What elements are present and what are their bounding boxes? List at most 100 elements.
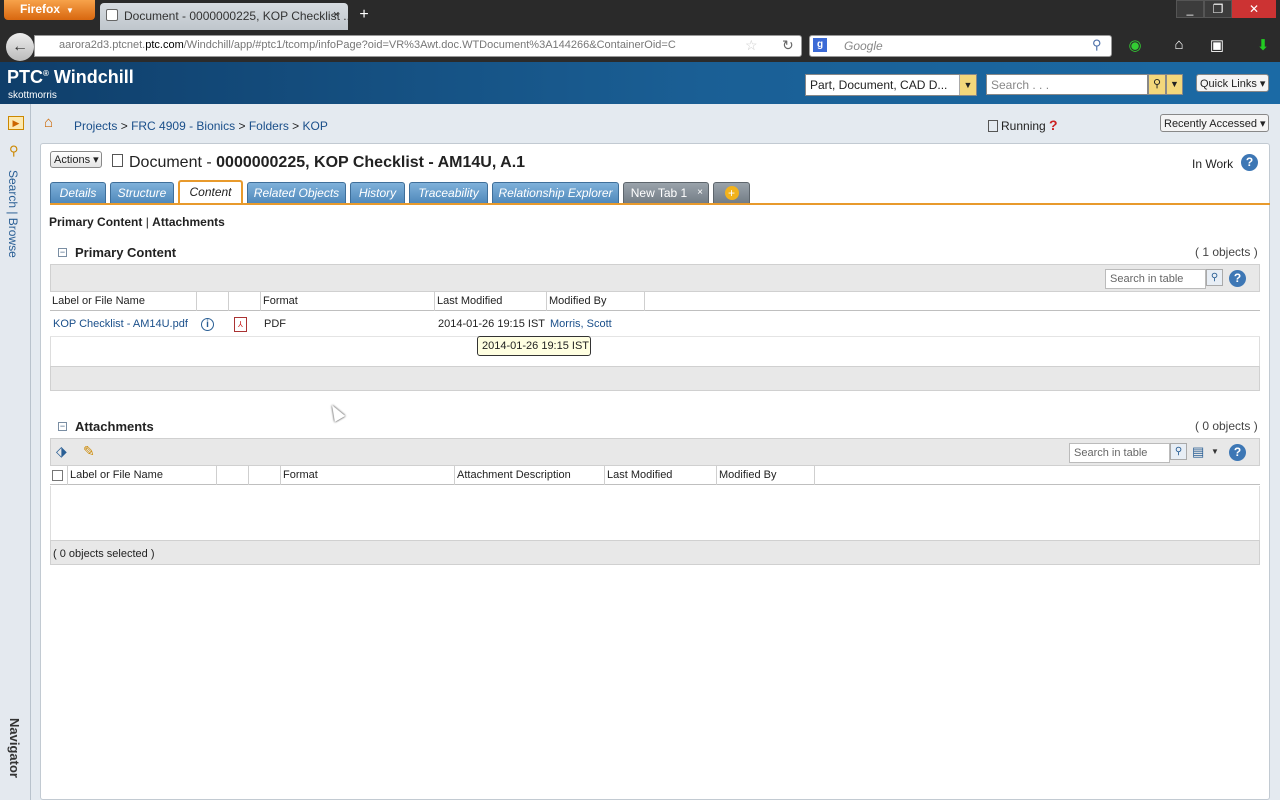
quick-links-button[interactable]: Quick Links ▾ xyxy=(1196,74,1269,92)
navigator-search-browse[interactable]: Search | Browse xyxy=(6,170,20,258)
column-header[interactable]: Format xyxy=(281,466,455,485)
tab-related-objects[interactable]: Related Objects xyxy=(247,182,346,204)
breadcrumb-folder-kop[interactable]: KOP xyxy=(303,119,328,133)
primary-content-title: Primary Content xyxy=(75,245,177,260)
tab-new-tab-1[interactable]: New Tab 1 × xyxy=(623,182,709,204)
home-icon[interactable]: ⌂ xyxy=(1168,36,1190,56)
reload-icon[interactable]: ↻ xyxy=(782,37,794,54)
table-row xyxy=(50,312,1260,337)
column-header xyxy=(229,292,261,311)
actions-menu-button[interactable]: Actions ▾ xyxy=(50,151,102,168)
addon-icon[interactable]: ◉ xyxy=(1124,36,1146,56)
column-header[interactable]: Last Modified xyxy=(605,466,717,485)
search-icon[interactable]: ⚲ xyxy=(1170,443,1187,460)
primary-content-link[interactable]: Primary Content xyxy=(49,215,142,229)
search-icon[interactable]: ⚲ xyxy=(1092,37,1102,53)
column-header[interactable]: Label or File Name xyxy=(68,466,217,485)
modified-by-link[interactable]: Morris, Scott xyxy=(550,318,612,330)
selection-count: ( 0 objects selected ) xyxy=(53,548,155,560)
back-button[interactable]: ← xyxy=(6,33,34,61)
recently-accessed-button[interactable]: Recently Accessed ▾ xyxy=(1160,114,1269,132)
clipboard-icon xyxy=(988,120,998,132)
home-icon[interactable]: ⌂ xyxy=(44,114,53,131)
info-icon[interactable]: i xyxy=(201,318,214,331)
restore-icon[interactable]: ❐ xyxy=(1204,0,1232,18)
tab-underline xyxy=(50,203,1270,205)
file-name-link[interactable]: KOP Checklist - AM14U.pdf xyxy=(53,318,188,330)
column-header[interactable]: Attachment Description xyxy=(455,466,605,485)
help-icon[interactable]: ? xyxy=(1049,117,1058,133)
browser-tab[interactable]: Document - 0000000225, KOP Checklist ... xyxy=(100,3,348,30)
page-title: Document - 0000000225, KOP Checklist - A… xyxy=(129,154,526,171)
table-search-input[interactable]: Search in table xyxy=(1105,269,1206,289)
minimize-icon[interactable]: _ xyxy=(1176,0,1204,18)
help-icon[interactable]: ? xyxy=(1229,444,1246,461)
expand-navigator-icon[interactable]: ▶ xyxy=(8,116,24,130)
table-body-empty xyxy=(50,486,1260,540)
last-modified-cell: 2014-01-26 19:15 IST xyxy=(438,318,546,330)
select-all-checkbox[interactable] xyxy=(52,470,63,481)
running-status[interactable]: Running ? xyxy=(988,117,1058,133)
add-attachment-icon[interactable]: ⬗ xyxy=(56,443,67,460)
document-icon xyxy=(112,154,123,167)
close-tab-icon[interactable]: × xyxy=(333,9,339,21)
close-window-icon[interactable]: ✕ xyxy=(1232,0,1276,18)
chevron-down-icon[interactable]: ▼ xyxy=(1211,447,1219,456)
search-icon[interactable]: ⚲ xyxy=(9,143,19,159)
column-header[interactable]: Format xyxy=(261,292,435,311)
tooltip: 2014-01-26 19:15 IST xyxy=(477,336,591,356)
column-header xyxy=(197,292,229,311)
add-tab-button[interactable]: + xyxy=(713,182,750,204)
download-icon[interactable]: ⬇ xyxy=(1252,36,1274,56)
breadcrumb-projects[interactable]: Projects xyxy=(74,119,117,133)
attachments-table-footer xyxy=(50,540,1260,565)
tab-structure[interactable]: Structure xyxy=(110,182,174,204)
close-tab-icon[interactable]: × xyxy=(697,183,703,203)
tab-relationship-explorer[interactable]: Relationship Explorer xyxy=(492,182,619,204)
breadcrumb-project[interactable]: FRC 4909 - Bionics xyxy=(131,119,235,133)
table-search-input[interactable]: Search in table xyxy=(1069,443,1170,463)
help-icon[interactable]: ? xyxy=(1229,270,1246,287)
bookmark-star-icon[interactable]: ☆ xyxy=(745,37,758,54)
tab-history[interactable]: History xyxy=(350,182,405,204)
tab-details[interactable]: Details xyxy=(50,182,106,204)
search-type-select[interactable]: Part, Document, CAD D... ▼ xyxy=(805,74,977,96)
column-header[interactable]: Last Modified xyxy=(435,292,547,311)
column-header[interactable]: Modified By xyxy=(547,292,645,311)
collapse-icon[interactable]: − xyxy=(58,422,67,431)
chevron-down-icon[interactable]: ▼ xyxy=(959,75,976,95)
tab-content[interactable]: Content xyxy=(178,180,243,204)
primary-table-toolbar xyxy=(50,264,1260,292)
add-icon: + xyxy=(724,186,739,200)
header-search-input[interactable]: Search . . . xyxy=(986,74,1148,95)
firefox-menu-button[interactable]: Firefox ▼ xyxy=(4,0,95,20)
search-icon[interactable]: ⚲ xyxy=(1206,269,1223,286)
column-header xyxy=(249,466,281,485)
new-tab-button[interactable]: + xyxy=(354,6,374,24)
pdf-icon[interactable]: ⅄ xyxy=(234,317,247,332)
bookmarks-icon[interactable]: ▣ xyxy=(1206,36,1228,56)
table-view-icon[interactable]: ▤ xyxy=(1192,444,1204,460)
ptc-windchill-logo: PTC® Windchill xyxy=(7,67,134,87)
breadcrumb-folders[interactable]: Folders xyxy=(249,119,289,133)
tab-traceability[interactable]: Traceability xyxy=(409,182,488,204)
breadcrumb: Projects > FRC 4909 - Bionics > Folders … xyxy=(74,119,328,133)
navigator-label[interactable]: Navigator xyxy=(7,718,22,778)
browser-search-input[interactable]: Google xyxy=(809,35,1112,57)
url-bar[interactable]: aarora2d3.ptcnet.ptc.com/Windchill/app/#… xyxy=(34,35,802,57)
primary-table-header: Label or File Name Format Last Modified … xyxy=(50,292,1260,311)
column-header[interactable]: Modified By xyxy=(717,466,815,485)
chevron-down-icon[interactable]: ▼ xyxy=(1166,74,1183,95)
search-icon[interactable]: ⚲ xyxy=(1148,74,1166,95)
google-engine-icon[interactable]: g xyxy=(813,38,827,52)
column-header[interactable]: Label or File Name xyxy=(50,292,197,311)
chevron-down-icon: ▼ xyxy=(66,6,74,15)
attachments-link[interactable]: Attachments xyxy=(152,215,225,229)
attachments-table-header: Label or File Name Format Attachment Des… xyxy=(50,466,1260,485)
collapse-icon[interactable]: − xyxy=(58,248,67,257)
edit-pencil-icon[interactable]: ✎ xyxy=(83,443,95,460)
select-all-checkbox-cell xyxy=(50,466,68,485)
primary-content-count: ( 1 objects ) xyxy=(1195,245,1258,259)
tab-favicon-icon xyxy=(106,9,118,21)
help-icon[interactable]: ? xyxy=(1241,154,1258,171)
